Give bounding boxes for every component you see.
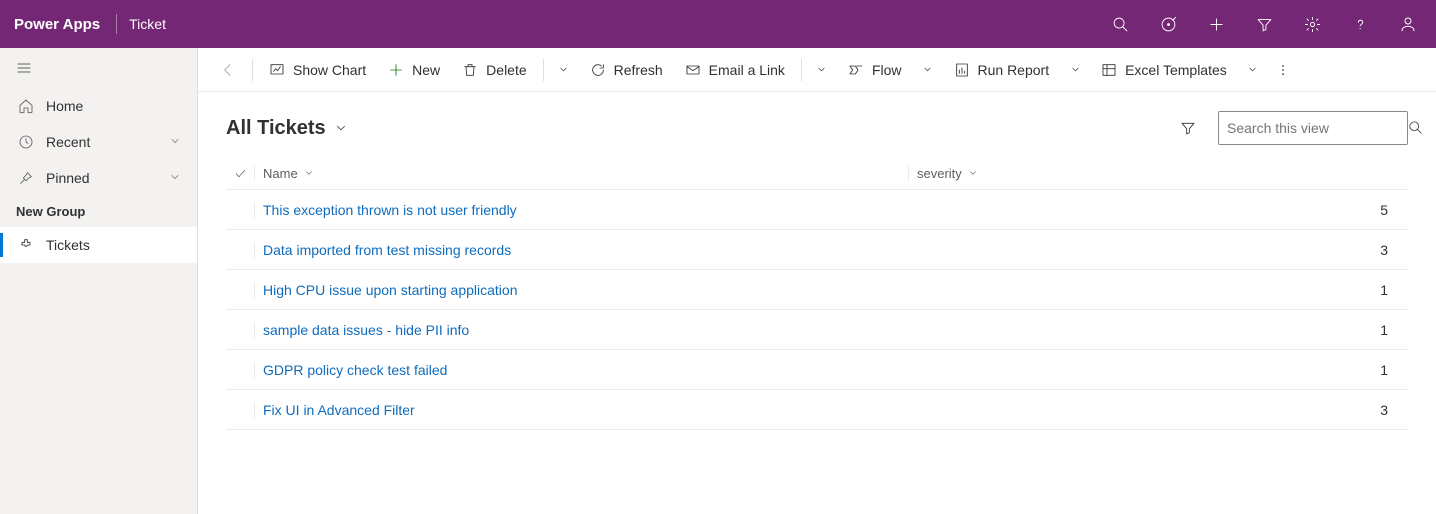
row-severity: 1 — [1380, 322, 1388, 338]
row-severity: 1 — [1380, 282, 1388, 298]
column-label: severity — [917, 166, 962, 181]
top-bar: Power Apps Ticket — [0, 0, 1436, 48]
filter-button[interactable] — [1170, 110, 1206, 146]
search-icon — [1408, 120, 1423, 136]
email-dropdown[interactable] — [808, 52, 836, 88]
cmd-label: Run Report — [978, 62, 1050, 78]
chevron-down-icon — [334, 121, 348, 135]
row-name-link[interactable]: Data imported from test missing records — [263, 242, 511, 258]
puzzle-icon — [16, 235, 36, 255]
brand-label: Power Apps — [8, 16, 108, 33]
separator — [801, 59, 802, 81]
delete-dropdown[interactable] — [550, 52, 578, 88]
row-name-link[interactable]: sample data issues - hide PII info — [263, 322, 469, 338]
more-commands-button[interactable] — [1269, 63, 1297, 77]
sidebar-item-label: Home — [46, 98, 83, 114]
row-severity: 3 — [1380, 402, 1388, 418]
command-bar: Show Chart New Delete — [198, 48, 1436, 92]
excel-icon — [1101, 62, 1117, 78]
sidebar-item-label: Tickets — [46, 237, 90, 253]
row-severity: 1 — [1380, 362, 1388, 378]
chevron-down-icon — [169, 170, 181, 186]
sidebar-item-label: Recent — [46, 134, 90, 150]
run-report-button[interactable]: Run Report — [944, 52, 1060, 88]
view-selector[interactable]: All Tickets — [226, 117, 348, 140]
sidebar: Home Recent Pinned New Group Tick — [0, 48, 198, 514]
row-name-link[interactable]: GDPR policy check test failed — [263, 362, 447, 378]
sidebar-item-home[interactable]: Home — [0, 88, 197, 124]
app-name[interactable]: Ticket — [125, 16, 170, 32]
plus-icon[interactable] — [1196, 0, 1236, 48]
table-row[interactable]: High CPU issue upon starting application… — [226, 270, 1408, 310]
view-title-label: All Tickets — [226, 117, 326, 140]
table-row[interactable]: Data imported from test missing records … — [226, 230, 1408, 270]
column-header-severity[interactable]: severity — [908, 166, 1408, 181]
cmd-label: Show Chart — [293, 62, 366, 78]
chevron-down-icon — [169, 134, 181, 150]
email-link-button[interactable]: Email a Link — [675, 52, 795, 88]
separator — [252, 59, 253, 81]
report-icon — [954, 62, 970, 78]
mail-icon — [685, 62, 701, 78]
data-grid: Name severity This exception thrown is n… — [198, 154, 1436, 430]
cmd-label: Email a Link — [709, 62, 785, 78]
cmd-label: Excel Templates — [1125, 62, 1227, 78]
user-icon[interactable] — [1388, 0, 1428, 48]
help-icon[interactable] — [1340, 0, 1380, 48]
show-chart-button[interactable]: Show Chart — [259, 52, 376, 88]
cmd-label: New — [412, 62, 440, 78]
chevron-down-icon — [968, 166, 978, 181]
funnel-icon[interactable] — [1244, 0, 1284, 48]
excel-templates-button[interactable]: Excel Templates — [1091, 52, 1237, 88]
chart-icon — [269, 62, 285, 78]
sidebar-item-label: Pinned — [46, 170, 90, 186]
row-name-link[interactable]: High CPU issue upon starting application — [263, 282, 517, 298]
cmd-label: Refresh — [614, 62, 663, 78]
table-row[interactable]: Fix UI in Advanced Filter 3 — [226, 390, 1408, 430]
divider — [116, 14, 117, 34]
sidebar-item-tickets[interactable]: Tickets — [0, 227, 197, 263]
plus-icon — [388, 62, 404, 78]
flow-dropdown[interactable] — [914, 52, 942, 88]
report-dropdown[interactable] — [1061, 52, 1089, 88]
refresh-button[interactable]: Refresh — [580, 52, 673, 88]
view-header: All Tickets — [198, 92, 1436, 154]
trash-icon — [462, 62, 478, 78]
excel-dropdown[interactable] — [1239, 52, 1267, 88]
cmd-label: Delete — [486, 62, 526, 78]
sidebar-group-label: New Group — [0, 196, 197, 227]
table-row[interactable]: This exception thrown is not user friend… — [226, 190, 1408, 230]
row-severity: 3 — [1380, 242, 1388, 258]
row-severity: 5 — [1380, 202, 1388, 218]
back-button[interactable] — [210, 62, 246, 78]
row-name-link[interactable]: Fix UI in Advanced Filter — [263, 402, 415, 418]
hamburger-button[interactable] — [0, 48, 197, 88]
sidebar-item-pinned[interactable]: Pinned — [0, 160, 197, 196]
flow-button[interactable]: Flow — [838, 52, 912, 88]
home-icon — [16, 96, 36, 116]
column-header-name[interactable]: Name — [254, 166, 908, 181]
row-name-link[interactable]: This exception thrown is not user friend… — [263, 202, 517, 218]
search-icon[interactable] — [1100, 0, 1140, 48]
refresh-icon — [590, 62, 606, 78]
flow-icon — [848, 62, 864, 78]
select-all-checkbox[interactable] — [226, 167, 254, 180]
grid-header: Name severity — [226, 158, 1408, 190]
delete-button[interactable]: Delete — [452, 52, 536, 88]
new-button[interactable]: New — [378, 52, 450, 88]
sidebar-item-recent[interactable]: Recent — [0, 124, 197, 160]
search-input[interactable] — [1227, 120, 1408, 136]
pin-icon — [16, 168, 36, 188]
content: Show Chart New Delete — [198, 48, 1436, 514]
column-label: Name — [263, 166, 298, 181]
target-icon[interactable] — [1148, 0, 1188, 48]
table-row[interactable]: GDPR policy check test failed 1 — [226, 350, 1408, 390]
cmd-label: Flow — [872, 62, 902, 78]
chevron-down-icon — [304, 166, 314, 181]
table-row[interactable]: sample data issues - hide PII info 1 — [226, 310, 1408, 350]
clock-icon — [16, 132, 36, 152]
gear-icon[interactable] — [1292, 0, 1332, 48]
search-view-box[interactable] — [1218, 111, 1408, 145]
separator — [543, 59, 544, 81]
